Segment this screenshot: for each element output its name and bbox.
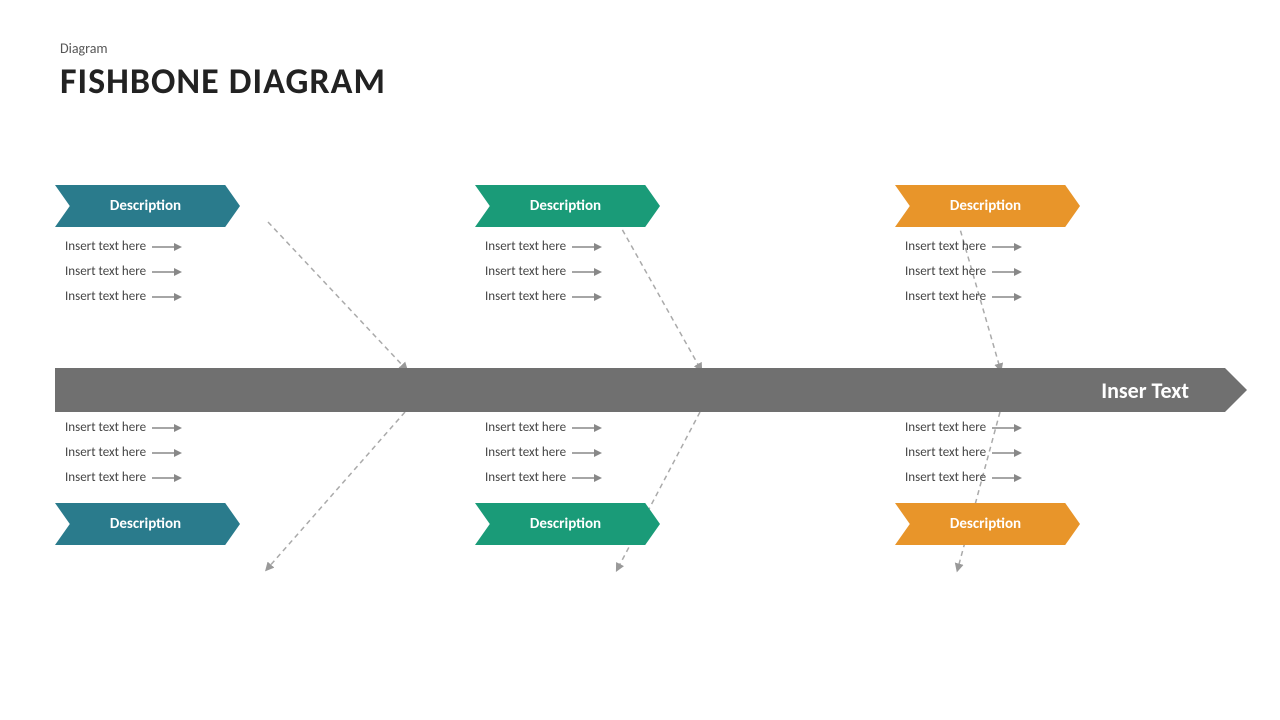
page-header: Diagram FISHBONE DIAGRAM bbox=[60, 40, 386, 103]
list-item: Insert text here bbox=[65, 239, 182, 254]
list-item: Insert text here bbox=[905, 470, 1022, 485]
list-item: Insert text here bbox=[65, 289, 182, 304]
diagram-label: Diagram bbox=[60, 40, 386, 57]
arrow-icon bbox=[992, 291, 1022, 303]
bot-right-section: Insert text here Insert text here Insert… bbox=[895, 420, 1225, 545]
list-item: Insert text here bbox=[485, 445, 602, 460]
list-item: Insert text here bbox=[65, 420, 182, 435]
bot-right-label: Description bbox=[895, 503, 1080, 545]
list-item: Insert text here bbox=[65, 264, 182, 279]
list-item: Insert text here bbox=[905, 289, 1022, 304]
bot-mid-section: Insert text here Insert text here Insert… bbox=[475, 420, 805, 545]
list-item: Insert text here bbox=[905, 420, 1022, 435]
bot-mid-label: Description bbox=[475, 503, 660, 545]
arrow-icon bbox=[152, 447, 182, 459]
list-item: Insert text here bbox=[905, 445, 1022, 460]
arrow-icon bbox=[992, 472, 1022, 484]
arrow-icon bbox=[992, 422, 1022, 434]
list-item: Insert text here bbox=[65, 445, 182, 460]
top-mid-label: Description bbox=[475, 185, 660, 227]
page-title: FISHBONE DIAGRAM bbox=[60, 59, 386, 103]
arrow-icon bbox=[572, 447, 602, 459]
top-right-section: Description Insert text here Insert text… bbox=[895, 185, 1225, 304]
bot-left-label: Description bbox=[55, 503, 240, 545]
list-item: Insert text here bbox=[485, 264, 602, 279]
arrow-icon bbox=[992, 241, 1022, 253]
list-item: Insert text here bbox=[485, 420, 602, 435]
top-right-label: Description bbox=[895, 185, 1080, 227]
top-left-label: Description bbox=[55, 185, 240, 227]
arrow-icon bbox=[992, 266, 1022, 278]
spine-bar: Inser Text bbox=[55, 368, 1225, 412]
arrow-icon bbox=[152, 472, 182, 484]
list-item: Insert text here bbox=[65, 470, 182, 485]
top-mid-section: Description Insert text here Insert text… bbox=[475, 185, 805, 304]
list-item: Insert text here bbox=[485, 239, 602, 254]
top-left-section: Description Insert text here Insert text… bbox=[55, 185, 385, 304]
arrow-icon bbox=[572, 422, 602, 434]
list-item: Insert text here bbox=[905, 239, 1022, 254]
arrow-icon bbox=[572, 472, 602, 484]
arrow-icon bbox=[152, 241, 182, 253]
arrow-icon bbox=[572, 291, 602, 303]
arrow-icon bbox=[992, 447, 1022, 459]
arrow-icon bbox=[152, 266, 182, 278]
arrow-icon bbox=[572, 266, 602, 278]
list-item: Insert text here bbox=[485, 470, 602, 485]
arrow-icon bbox=[572, 241, 602, 253]
spine-text: Inser Text bbox=[1101, 377, 1225, 404]
bot-left-section: Insert text here Insert text here Insert… bbox=[55, 420, 385, 545]
arrow-icon bbox=[152, 291, 182, 303]
arrow-icon bbox=[152, 422, 182, 434]
list-item: Insert text here bbox=[905, 264, 1022, 279]
spine-arrow bbox=[1225, 368, 1247, 412]
list-item: Insert text here bbox=[485, 289, 602, 304]
